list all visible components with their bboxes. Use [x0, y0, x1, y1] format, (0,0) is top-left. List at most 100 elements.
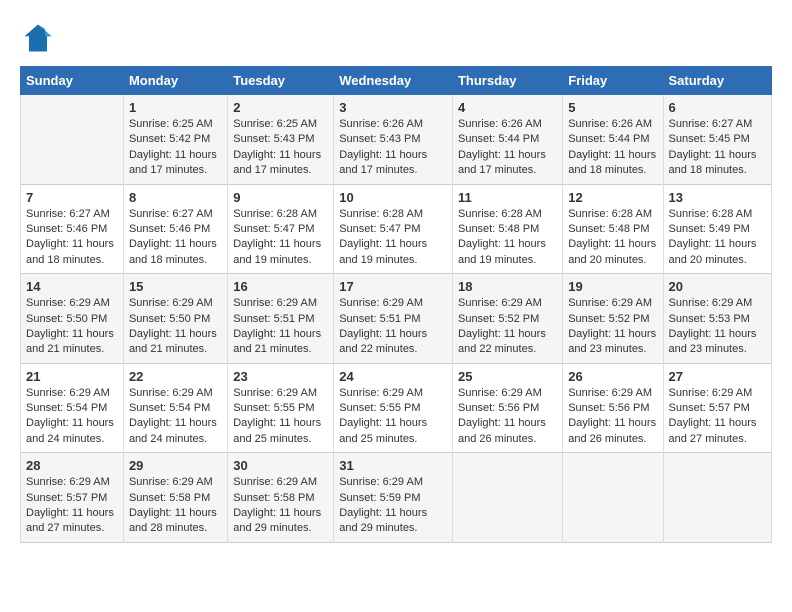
day-cell	[21, 95, 124, 185]
day-info: Sunrise: 6:29 AMSunset: 5:56 PMDaylight:…	[458, 386, 557, 448]
day-info: Sunrise: 6:28 AMSunset: 5:47 PMDaylight:…	[339, 207, 447, 269]
day-number: 13	[669, 190, 766, 205]
day-number: 31	[339, 458, 447, 473]
header-day-wednesday: Wednesday	[334, 67, 453, 95]
day-number: 2	[233, 100, 328, 115]
day-info: Sunrise: 6:27 AMSunset: 5:45 PMDaylight:…	[669, 117, 766, 179]
day-info: Sunrise: 6:26 AMSunset: 5:43 PMDaylight:…	[339, 117, 447, 179]
day-cell: 21Sunrise: 6:29 AMSunset: 5:54 PMDayligh…	[21, 363, 124, 453]
day-cell: 27 Sunrise: 6:29 AMSunset: 5:57 PMDayligh…	[663, 363, 771, 453]
day-info: Sunrise: 6:29 AMSunset: 5:57 PMDaylight:…	[669, 386, 766, 448]
day-cell: 6 Sunrise: 6:27 AMSunset: 5:45 PMDaylight…	[663, 95, 771, 185]
day-info: Sunrise: 6:27 AMSunset: 5:46 PMDaylight:…	[26, 207, 118, 269]
week-row-4: 21Sunrise: 6:29 AMSunset: 5:54 PMDayligh…	[21, 363, 772, 453]
day-cell: 10 Sunrise: 6:28 AMSunset: 5:47 PMDayligh…	[334, 184, 453, 274]
header-day-sunday: Sunday	[21, 67, 124, 95]
day-number: 10	[339, 190, 447, 205]
calendar-body: 1Sunrise: 6:25 AMSunset: 5:42 PMDaylight…	[21, 95, 772, 543]
page-header	[20, 20, 772, 56]
day-number: 9	[233, 190, 328, 205]
day-info: Sunrise: 6:29 AMSunset: 5:56 PMDaylight:…	[568, 386, 657, 448]
day-number: 12	[568, 190, 657, 205]
day-cell: 20 Sunrise: 6:29 AMSunset: 5:53 PMDayligh…	[663, 274, 771, 364]
day-info: Sunrise: 6:29 AMSunset: 5:59 PMDaylight:…	[339, 475, 447, 537]
day-info: Sunrise: 6:27 AMSunset: 5:46 PMDaylight:…	[129, 207, 222, 269]
day-number: 16	[233, 279, 328, 294]
day-info: Sunrise: 6:29 AMSunset: 5:52 PMDaylight:…	[458, 296, 557, 358]
day-cell: 13 Sunrise: 6:28 AMSunset: 5:49 PMDayligh…	[663, 184, 771, 274]
day-number: 7	[26, 190, 118, 205]
day-number: 18	[458, 279, 557, 294]
day-cell: 26 Sunrise: 6:29 AMSunset: 5:56 PMDayligh…	[563, 363, 663, 453]
header-day-tuesday: Tuesday	[228, 67, 334, 95]
header-row: SundayMondayTuesdayWednesdayThursdayFrid…	[21, 67, 772, 95]
logo-icon	[20, 20, 56, 56]
day-info: Sunrise: 6:28 AMSunset: 5:49 PMDaylight:…	[669, 207, 766, 269]
day-cell: 2 Sunrise: 6:25 AMSunset: 5:43 PMDaylight…	[228, 95, 334, 185]
day-info: Sunrise: 6:26 AMSunset: 5:44 PMDaylight:…	[458, 117, 557, 179]
day-info: Sunrise: 6:29 AMSunset: 5:52 PMDaylight:…	[568, 296, 657, 358]
day-cell: 17 Sunrise: 6:29 AMSunset: 5:51 PMDayligh…	[334, 274, 453, 364]
day-number: 11	[458, 190, 557, 205]
day-cell: 4Sunrise: 6:26 AMSunset: 5:44 PMDaylight…	[452, 95, 562, 185]
day-number: 27	[669, 369, 766, 384]
day-cell: 8 Sunrise: 6:27 AMSunset: 5:46 PMDaylight…	[123, 184, 227, 274]
calendar-header: SundayMondayTuesdayWednesdayThursdayFrid…	[21, 67, 772, 95]
day-cell: 29Sunrise: 6:29 AMSunset: 5:58 PMDayligh…	[123, 453, 227, 543]
day-number: 23	[233, 369, 328, 384]
day-cell: 11 Sunrise: 6:28 AMSunset: 5:48 PMDayligh…	[452, 184, 562, 274]
day-info: Sunrise: 6:28 AMSunset: 5:48 PMDaylight:…	[458, 207, 557, 269]
day-info: Sunrise: 6:29 AMSunset: 5:54 PMDaylight:…	[129, 386, 222, 448]
day-cell: 25Sunrise: 6:29 AMSunset: 5:56 PMDayligh…	[452, 363, 562, 453]
day-cell: 14Sunrise: 6:29 AMSunset: 5:50 PMDayligh…	[21, 274, 124, 364]
day-info: Sunrise: 6:29 AMSunset: 5:50 PMDaylight:…	[129, 296, 222, 358]
day-number: 14	[26, 279, 118, 294]
day-cell: 23 Sunrise: 6:29 AMSunset: 5:55 PMDayligh…	[228, 363, 334, 453]
day-cell: 3 Sunrise: 6:26 AMSunset: 5:43 PMDaylight…	[334, 95, 453, 185]
day-info: Sunrise: 6:25 AMSunset: 5:43 PMDaylight:…	[233, 117, 328, 179]
header-day-thursday: Thursday	[452, 67, 562, 95]
day-number: 30	[233, 458, 328, 473]
day-number: 3	[339, 100, 447, 115]
day-number: 24	[339, 369, 447, 384]
day-number: 6	[669, 100, 766, 115]
day-cell: 18 Sunrise: 6:29 AMSunset: 5:52 PMDayligh…	[452, 274, 562, 364]
week-row-1: 1Sunrise: 6:25 AMSunset: 5:42 PMDaylight…	[21, 95, 772, 185]
day-cell: 22 Sunrise: 6:29 AMSunset: 5:54 PMDayligh…	[123, 363, 227, 453]
day-info: Sunrise: 6:29 AMSunset: 5:54 PMDaylight:…	[26, 386, 118, 448]
day-info: Sunrise: 6:29 AMSunset: 5:58 PMDaylight:…	[233, 475, 328, 537]
day-cell: 19Sunrise: 6:29 AMSunset: 5:52 PMDayligh…	[563, 274, 663, 364]
day-info: Sunrise: 6:28 AMSunset: 5:48 PMDaylight:…	[568, 207, 657, 269]
day-number: 28	[26, 458, 118, 473]
header-day-monday: Monday	[123, 67, 227, 95]
day-number: 15	[129, 279, 222, 294]
day-cell: 1Sunrise: 6:25 AMSunset: 5:42 PMDaylight…	[123, 95, 227, 185]
day-number: 8	[129, 190, 222, 205]
header-day-saturday: Saturday	[663, 67, 771, 95]
day-number: 22	[129, 369, 222, 384]
day-info: Sunrise: 6:25 AMSunset: 5:42 PMDaylight:…	[129, 117, 222, 179]
day-cell	[663, 453, 771, 543]
day-cell: 15 Sunrise: 6:29 AMSunset: 5:50 PMDayligh…	[123, 274, 227, 364]
day-number: 26	[568, 369, 657, 384]
header-day-friday: Friday	[563, 67, 663, 95]
day-info: Sunrise: 6:28 AMSunset: 5:47 PMDaylight:…	[233, 207, 328, 269]
day-info: Sunrise: 6:29 AMSunset: 5:57 PMDaylight:…	[26, 475, 118, 537]
day-info: Sunrise: 6:26 AMSunset: 5:44 PMDaylight:…	[568, 117, 657, 179]
day-number: 20	[669, 279, 766, 294]
week-row-5: 28 Sunrise: 6:29 AMSunset: 5:57 PMDayligh…	[21, 453, 772, 543]
day-number: 17	[339, 279, 447, 294]
day-number: 29	[129, 458, 222, 473]
day-cell: 9 Sunrise: 6:28 AMSunset: 5:47 PMDaylight…	[228, 184, 334, 274]
day-cell: 16Sunrise: 6:29 AMSunset: 5:51 PMDayligh…	[228, 274, 334, 364]
day-number: 5	[568, 100, 657, 115]
day-info: Sunrise: 6:29 AMSunset: 5:55 PMDaylight:…	[339, 386, 447, 448]
day-info: Sunrise: 6:29 AMSunset: 5:55 PMDaylight:…	[233, 386, 328, 448]
day-cell	[563, 453, 663, 543]
day-info: Sunrise: 6:29 AMSunset: 5:53 PMDaylight:…	[669, 296, 766, 358]
day-cell: 12 Sunrise: 6:28 AMSunset: 5:48 PMDayligh…	[563, 184, 663, 274]
day-cell: 30 Sunrise: 6:29 AMSunset: 5:58 PMDayligh…	[228, 453, 334, 543]
day-cell: 7 Sunrise: 6:27 AMSunset: 5:46 PMDaylight…	[21, 184, 124, 274]
day-info: Sunrise: 6:29 AMSunset: 5:51 PMDaylight:…	[339, 296, 447, 358]
calendar-table: SundayMondayTuesdayWednesdayThursdayFrid…	[20, 66, 772, 543]
